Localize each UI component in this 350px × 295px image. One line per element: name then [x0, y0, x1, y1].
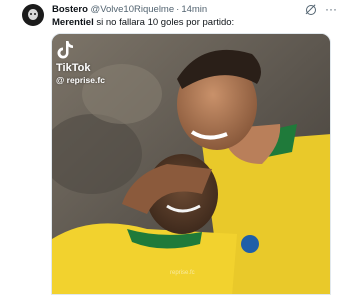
tweet-mention: Merentiel	[52, 17, 94, 28]
tweet-media-video[interactable]: TikTok @ reprise.fc reprise.fc	[51, 33, 331, 295]
video-watermark: reprise.fc	[170, 270, 195, 276]
tweet-time[interactable]: 14min	[181, 4, 207, 15]
tweet[interactable]: Bostero @Volve10Riquelme · 14min ··· Meren…	[0, 0, 350, 295]
tweet-body: si no fallara 10 goles por partido:	[93, 17, 235, 28]
tiktok-logo-icon	[57, 41, 73, 59]
avatar-eye-left	[30, 13, 32, 15]
tiktok-brand: TikTok	[56, 62, 91, 74]
tweet-text: Merentiel si no fallara 10 goles por par…	[52, 17, 234, 29]
author-handle[interactable]: @Volve10Riquelme	[91, 4, 175, 15]
header-separator: ·	[176, 4, 180, 15]
author-name[interactable]: Bostero	[52, 4, 88, 15]
video-frame	[52, 34, 330, 294]
tiktok-handle: @ reprise.fc	[56, 75, 105, 85]
grok-icon[interactable]	[306, 5, 316, 15]
crowd-blur	[82, 64, 162, 124]
avatar-eye-right	[34, 13, 36, 15]
tweet-header: Bostero @Volve10Riquelme · 14min	[52, 4, 207, 16]
avatar[interactable]	[22, 4, 44, 26]
more-dots-icon[interactable]: ···	[325, 3, 337, 15]
crest	[241, 235, 259, 253]
